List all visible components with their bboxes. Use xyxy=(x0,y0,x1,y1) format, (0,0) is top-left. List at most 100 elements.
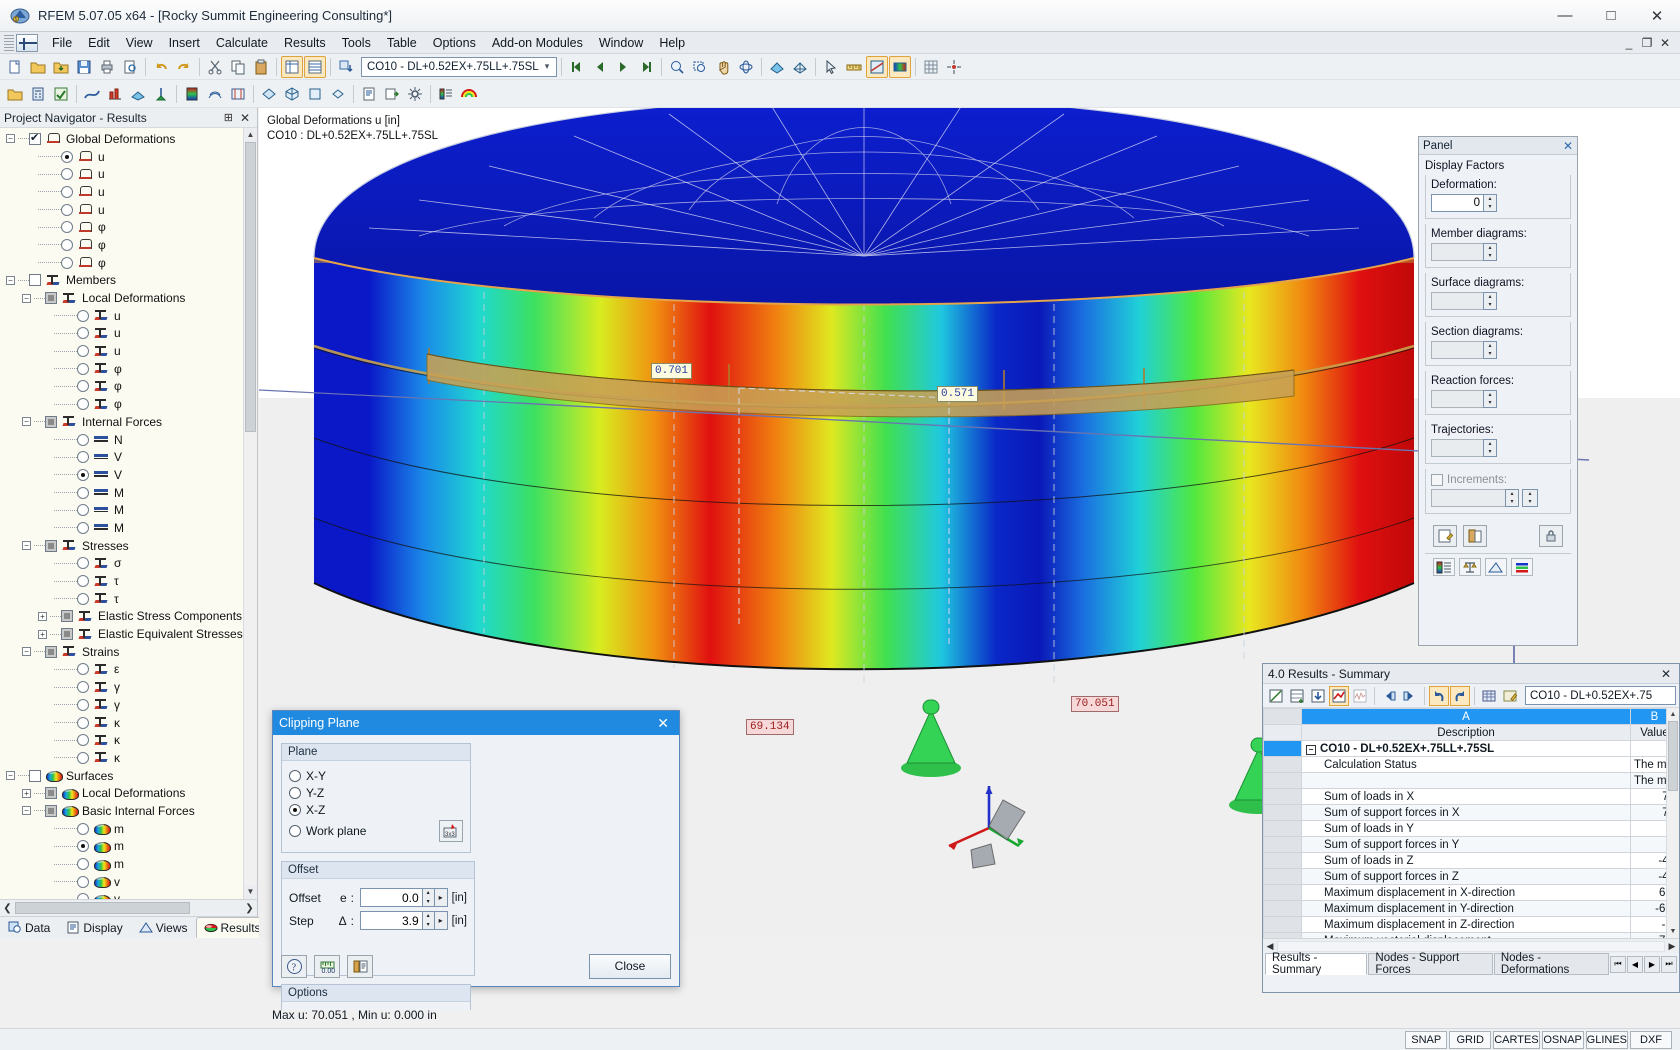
table-cell-description[interactable]: Sum of support forces in X xyxy=(1301,804,1631,821)
tab-data[interactable]: Data xyxy=(0,917,58,938)
tree-item[interactable]: + Local Deformations xyxy=(0,784,257,802)
tree-item[interactable]: τ xyxy=(0,572,257,590)
display-factor-input[interactable] xyxy=(1431,390,1483,408)
tree-checkbox[interactable] xyxy=(61,610,73,623)
status-toggle-grid[interactable]: GRID xyxy=(1449,1030,1492,1049)
table-cell-description[interactable]: Sum of loads in Y xyxy=(1301,820,1631,837)
plane-option-xy[interactable]: X-Y xyxy=(289,769,463,783)
undo-table-icon[interactable] xyxy=(1429,685,1449,706)
tree-item[interactable]: + Elastic Stress Components xyxy=(0,608,257,626)
table-cell-description[interactable]: Sum of support forces in Z xyxy=(1301,868,1631,885)
tree-radio-button[interactable] xyxy=(77,486,89,499)
table-row[interactable]: Maximum displacement in Y-direction-69. xyxy=(1263,900,1679,917)
results-hscroll-left-icon[interactable]: ◀ xyxy=(1263,941,1277,952)
spinner-down-icon[interactable]: ▾ xyxy=(1484,301,1496,309)
table-row-header[interactable] xyxy=(1263,772,1302,789)
spinner-down-icon[interactable]: ▾ xyxy=(1484,350,1496,358)
minimize-button[interactable]: — xyxy=(1542,0,1588,32)
support-forces-icon[interactable] xyxy=(150,83,172,105)
scroll-down-icon[interactable]: ▼ xyxy=(244,885,257,899)
print-icon[interactable] xyxy=(96,56,118,78)
tree-item[interactable]: u xyxy=(0,325,257,343)
print-preview-icon[interactable] xyxy=(119,56,141,78)
panel-tab-legend-icon[interactable] xyxy=(1511,558,1533,576)
tree-radio-button[interactable] xyxy=(61,203,73,216)
table-row[interactable]: The maxi xyxy=(1263,772,1679,789)
pin-icon[interactable]: ⊞ xyxy=(220,111,237,124)
tree-expander-icon[interactable]: − xyxy=(22,293,31,303)
radio-yz[interactable] xyxy=(289,787,301,799)
menu-item-help[interactable]: Help xyxy=(651,34,693,52)
tree-item[interactable]: κ xyxy=(0,714,257,732)
tree-item[interactable]: − Local Deformations xyxy=(0,289,257,307)
spinner-buttons[interactable]: ▴ ▾ xyxy=(1483,194,1497,212)
spinner-up-icon[interactable]: ▴ xyxy=(1484,440,1496,448)
tree-item[interactable]: σ xyxy=(0,555,257,573)
radio-workplane[interactable] xyxy=(289,825,301,837)
increments-field[interactable]: ▴ ▾ xyxy=(1431,489,1519,507)
spinner-up-icon[interactable]: ▴ xyxy=(1484,293,1496,301)
table-row[interactable]: Maximum displacement in X-direction68. xyxy=(1263,884,1679,901)
tree-item[interactable]: − Basic Internal Forces xyxy=(0,802,257,820)
tree-radio-button[interactable] xyxy=(77,504,89,517)
tree-checkbox[interactable] xyxy=(45,645,57,658)
select-icon[interactable] xyxy=(820,56,842,78)
tree-item[interactable]: M xyxy=(0,519,257,537)
display-factor-spinner[interactable]: ▴▾ xyxy=(1431,243,1497,261)
table-cell-description[interactable]: Maximum displacement in Z-direction xyxy=(1301,916,1631,933)
tree-item[interactable]: u xyxy=(0,165,257,183)
menu-item-table[interactable]: Table xyxy=(379,34,425,52)
tree-radio-button[interactable] xyxy=(77,362,89,375)
results-scroll-down-icon[interactable]: ▼ xyxy=(1667,925,1679,938)
panel-tab-colors-icon[interactable] xyxy=(1433,558,1455,576)
tree-item[interactable]: γ xyxy=(0,696,257,714)
tree-expander-icon[interactable]: − xyxy=(6,275,15,285)
increments-spinner[interactable]: ▴ ▾ xyxy=(1522,489,1540,507)
spinner-up-icon[interactable]: ▴ xyxy=(1484,391,1496,399)
panel-tab-factors-icon[interactable] xyxy=(1459,558,1481,576)
tree-radio-button[interactable] xyxy=(77,592,89,605)
table-cell-description[interactable]: Sum of loads in X xyxy=(1301,788,1631,805)
color-scale-icon[interactable] xyxy=(181,83,203,105)
table-cell-description[interactable]: Sum of support forces in Y xyxy=(1301,836,1631,853)
tree-item[interactable]: φ xyxy=(0,378,257,396)
menu-item-file[interactable]: File xyxy=(44,34,80,52)
display-factor-spinner[interactable]: ▴▾ xyxy=(1431,341,1497,359)
row-expander-icon[interactable]: − xyxy=(1306,744,1316,755)
load-case-combo[interactable]: CO10 - DL+0.52EX+.75LL+.75SL ▾ xyxy=(361,56,557,77)
table-row[interactable]: Maximum displacement in Z-direction-1. xyxy=(1263,916,1679,933)
table-cell-description[interactable]: Sum of loads in Z xyxy=(1301,852,1631,869)
surface-forces-icon[interactable] xyxy=(127,83,149,105)
menu-item-results[interactable]: Results xyxy=(276,34,334,52)
clipping-plane-icon[interactable] xyxy=(866,55,888,78)
chevron-down-icon[interactable]: ▾ xyxy=(540,61,554,72)
top-view-icon[interactable] xyxy=(327,83,349,105)
menu-item-edit[interactable]: Edit xyxy=(80,34,118,52)
spinner-buttons[interactable]: ▴ ▾ xyxy=(1483,439,1497,457)
tree-checkbox[interactable] xyxy=(29,131,41,145)
offset-input-group[interactable]: ▴▾ ▸ xyxy=(359,888,448,907)
tree-expander-icon[interactable]: + xyxy=(38,611,47,621)
tree-item[interactable]: + Elastic Equivalent Stresses xyxy=(0,625,257,643)
results-summary-combo[interactable]: CO10 - DL+0.52EX+.75 xyxy=(1525,686,1676,705)
display-factor-spinner[interactable]: ▴▾ xyxy=(1431,439,1497,457)
tree-item[interactable]: φ xyxy=(0,395,257,413)
tab-results-summary[interactable]: Results - Summary xyxy=(1265,952,1368,976)
copy-panel-icon[interactable] xyxy=(1463,525,1487,547)
deformation-results-icon[interactable] xyxy=(81,83,103,105)
tree-item[interactable]: V xyxy=(0,466,257,484)
table-row[interactable]: Sum of support forces in X73 xyxy=(1263,804,1679,821)
move-down-icon[interactable] xyxy=(1308,686,1328,706)
radio-xz[interactable] xyxy=(289,804,301,816)
tree-item[interactable]: − Surfaces xyxy=(0,767,257,785)
status-toggle-osnap[interactable]: OSNAP xyxy=(1541,1030,1584,1049)
tree-item[interactable]: κ xyxy=(0,731,257,749)
tree-radio-button[interactable] xyxy=(77,575,89,588)
tree-horizontal-scrollbar[interactable]: ❮ ❯ xyxy=(0,899,257,916)
tree-expander-icon[interactable]: − xyxy=(22,806,31,816)
table-cell-description[interactable]: Maximum vectorial displacement xyxy=(1301,932,1631,938)
results-summary-close-icon[interactable]: ✕ xyxy=(1658,667,1674,681)
increments-input[interactable] xyxy=(1431,489,1505,507)
spinner-buttons[interactable]: ▴ ▾ xyxy=(1483,341,1497,359)
tree-radio-button[interactable] xyxy=(77,663,89,676)
